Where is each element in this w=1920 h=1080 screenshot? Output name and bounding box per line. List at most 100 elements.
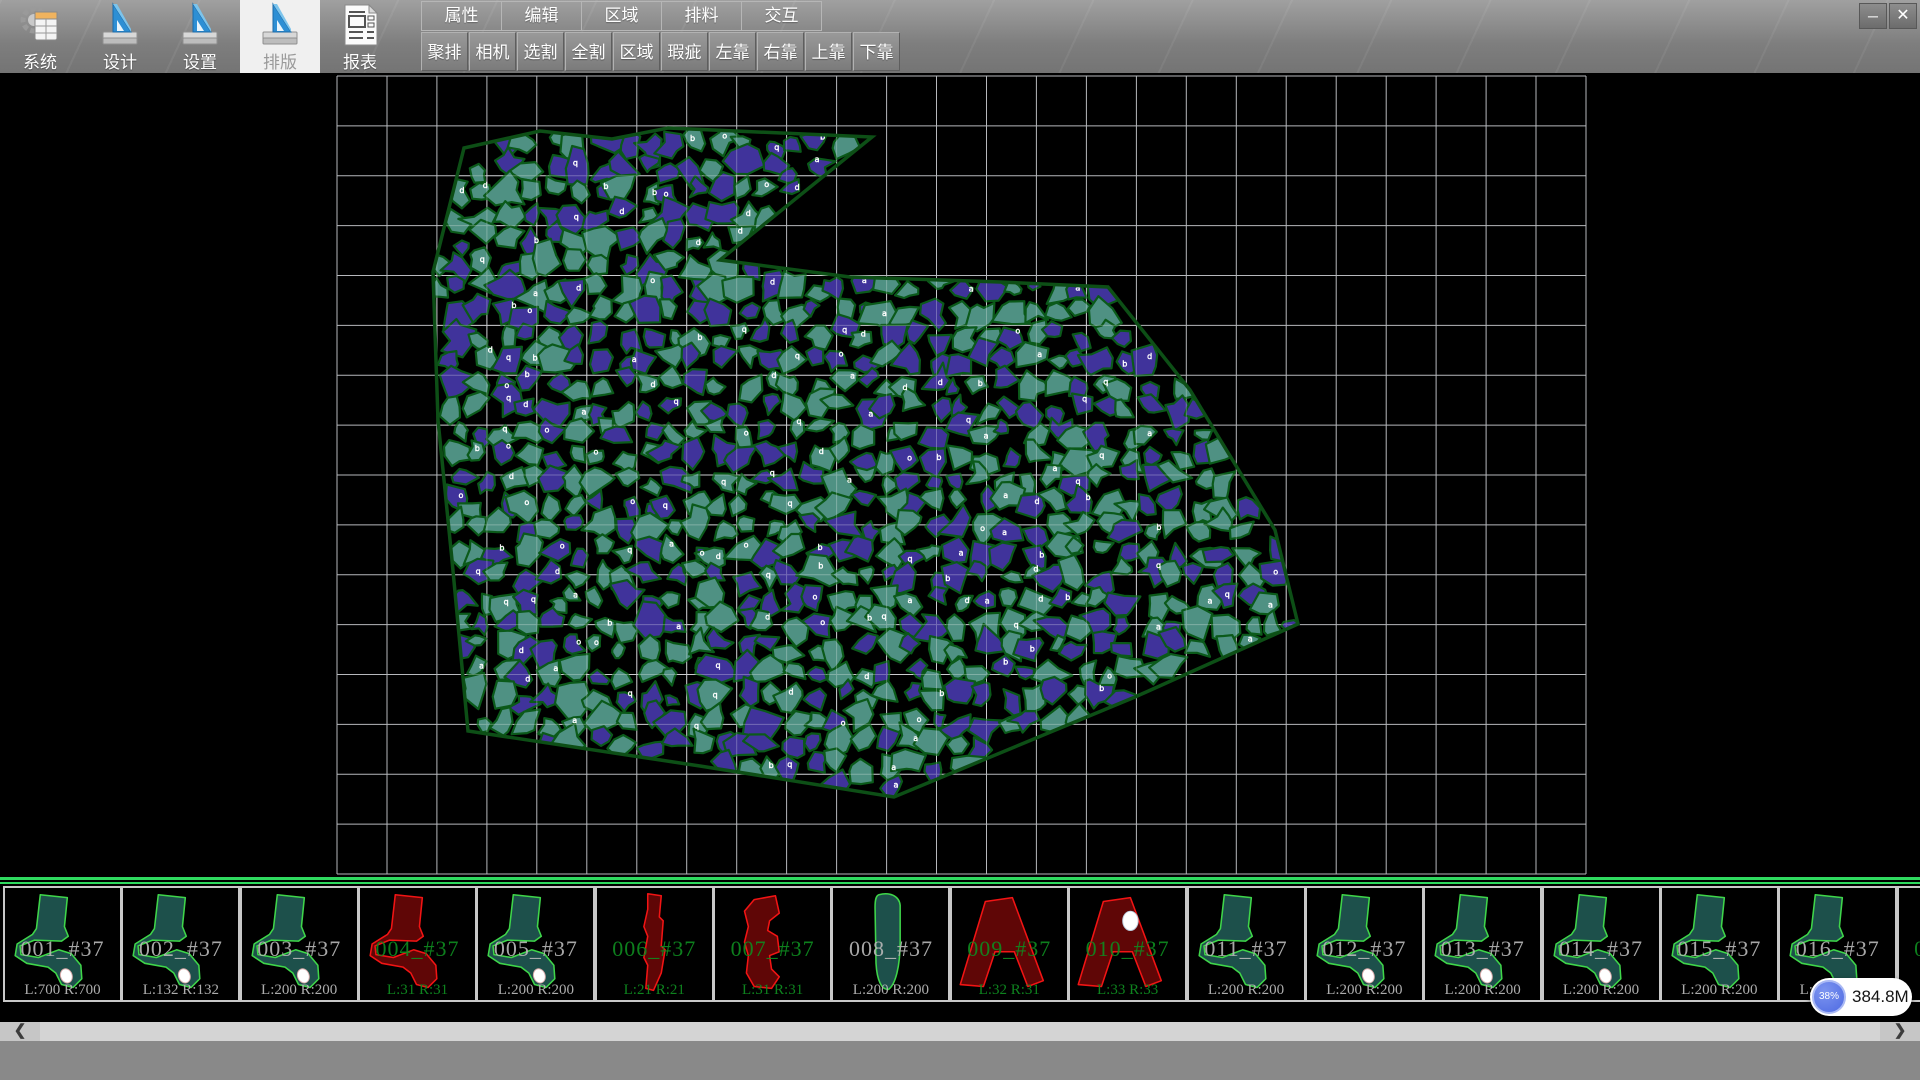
scroll-left-arrow-icon[interactable]: ❮	[0, 1022, 40, 1041]
piece-lr-label: L:33 R:33	[1070, 982, 1185, 999]
piece-id-label: 008_#37	[833, 936, 948, 962]
svg-text:q: q	[966, 416, 971, 425]
piece-thumbnail-2[interactable]: 002_#37 L:132 R:132	[121, 886, 240, 1002]
svg-text:q: q	[716, 661, 721, 670]
tool-button-6[interactable]: 瑕疵	[661, 32, 708, 71]
svg-text:q: q	[506, 353, 511, 362]
app-button-report[interactable]: 报表	[320, 0, 400, 73]
svg-text:q: q	[788, 499, 793, 508]
svg-text:d: d	[1038, 595, 1043, 604]
piece-id-label: 016_#37	[1780, 936, 1895, 962]
svg-text:d: d	[488, 346, 493, 355]
system-icon	[17, 2, 63, 48]
svg-text:o: o	[907, 454, 912, 463]
piece-thumbnail-7[interactable]: 007_#37L:31 R:31	[713, 886, 832, 1002]
strip-separator-line	[0, 877, 1920, 880]
piece-thumbnail-3[interactable]: 003_#37L:200 R:200	[240, 886, 359, 1002]
app-button-system[interactable]: 系统	[0, 0, 80, 73]
piece-lr-label: L:200 R:200	[1307, 982, 1422, 999]
svg-text:q: q	[742, 325, 747, 334]
svg-text:a: a	[572, 716, 577, 725]
svg-text:a: a	[959, 549, 964, 558]
tool-button-2[interactable]: 相机	[469, 32, 516, 71]
svg-text:q: q	[694, 722, 699, 731]
piece-thumbnail-6[interactable]: 006_#37L:21 R:21	[595, 886, 714, 1002]
svg-text:q: q	[573, 158, 578, 167]
status-bar	[0, 1041, 1920, 1080]
svg-text:q: q	[770, 468, 775, 477]
menu-tab-2[interactable]: 编辑	[502, 2, 582, 30]
svg-text:a: a	[479, 662, 484, 671]
tool-button-5[interactable]: 区域	[613, 32, 660, 71]
piece-thumbnail-11[interactable]: 011_#37L:200 R:200	[1187, 886, 1306, 1002]
menu-tab-4[interactable]: 排料	[662, 2, 742, 30]
svg-text:a: a	[1268, 601, 1273, 610]
svg-text:d: d	[795, 183, 800, 192]
piece-thumbnail-10[interactable]: 010_#37L:33 R:33	[1068, 886, 1187, 1002]
svg-text:q: q	[721, 478, 726, 487]
svg-text:q: q	[787, 760, 792, 769]
svg-text:d: d	[938, 378, 943, 387]
piece-thumbnail-4[interactable]: 004_#37L:31 R:31	[358, 886, 477, 1002]
menu-tab-5[interactable]: 交互	[742, 2, 821, 30]
svg-text:b: b	[1039, 551, 1044, 560]
svg-text:q: q	[574, 212, 579, 221]
menu-tab-1[interactable]: 属性	[422, 2, 502, 30]
piece-lr-label: L:132 R:132	[123, 982, 238, 999]
piece-thumbnail-13[interactable]: 013_#37L:200 R:200	[1423, 886, 1542, 1002]
svg-text:d: d	[738, 227, 743, 236]
close-button[interactable]: ✕	[1889, 3, 1917, 29]
scroll-right-arrow-icon[interactable]: ❯	[1880, 1022, 1920, 1041]
app-button-layout[interactable]: 排版	[240, 0, 320, 73]
tool-button-10[interactable]: 下靠	[853, 32, 900, 71]
svg-text:d: d	[523, 400, 528, 409]
menu-tab-3[interactable]: 区域	[582, 2, 662, 30]
minimize-button[interactable]: ─	[1859, 3, 1887, 29]
piece-thumbnail-5[interactable]: 005_#37L:200 R:200	[476, 886, 595, 1002]
svg-text:d: d	[819, 447, 824, 456]
tool-button-4[interactable]: 全割	[565, 32, 612, 71]
tool-button-row: 聚排相机选割全割区域瑕疵左靠右靠上靠下靠	[421, 32, 901, 71]
svg-text:o: o	[630, 497, 635, 506]
piece-thumbnail-14[interactable]: 014_#37L:200 R:200	[1542, 886, 1661, 1002]
svg-text:o: o	[1015, 327, 1020, 336]
nesting-canvas[interactable]: boqbqaddbboodqddbddqadodaaaboabqqdodqbaq…	[0, 73, 1920, 877]
svg-text:q: q	[627, 546, 632, 555]
svg-text:d: d	[789, 688, 794, 697]
svg-text:d: d	[1035, 497, 1040, 506]
memory-badge[interactable]: 38% 384.8M	[1810, 978, 1912, 1016]
tool-button-9[interactable]: 上靠	[805, 32, 852, 71]
svg-text:b: b	[818, 562, 823, 571]
svg-text:o: o	[524, 498, 529, 507]
svg-text:a: a	[891, 763, 896, 772]
svg-text:a: a	[1003, 491, 1008, 500]
svg-text:d: d	[696, 238, 701, 247]
piece-thumbnail-8[interactable]: 008_#37 L:200 R:200	[831, 886, 950, 1002]
piece-lr-label: L:200 R:200	[833, 982, 948, 999]
svg-text:b: b	[1030, 645, 1035, 654]
app-button-design[interactable]: 设计	[80, 0, 160, 73]
svg-text:q: q	[502, 424, 507, 433]
svg-text:o: o	[841, 719, 846, 728]
app-button-settings[interactable]: 设置	[160, 0, 240, 73]
piece-id-label: 012_#37	[1307, 936, 1422, 962]
svg-text:b: b	[769, 761, 774, 770]
svg-text:o: o	[594, 638, 599, 647]
svg-text:b: b	[525, 370, 530, 379]
piece-thumbnail-15[interactable]: 015_#37L:200 R:200	[1660, 886, 1779, 1002]
tool-button-8[interactable]: 右靠	[757, 32, 804, 71]
svg-text:o: o	[764, 180, 769, 189]
piece-thumbnail-9[interactable]: 009_#37L:32 R:31	[950, 886, 1069, 1002]
svg-text:d: d	[861, 329, 866, 338]
svg-text:b: b	[1122, 360, 1127, 369]
piece-thumbnail-12[interactable]: 012_#37 L:200 R:200	[1305, 886, 1424, 1002]
tool-button-3[interactable]: 选割	[517, 32, 564, 71]
horizontal-scrollbar[interactable]: ❮ ❯	[0, 1022, 1920, 1041]
piece-id-label: 002_#37	[123, 936, 238, 962]
tool-button-7[interactable]: 左靠	[709, 32, 756, 71]
svg-text:q: q	[1156, 561, 1161, 570]
tool-button-1[interactable]: 聚排	[421, 32, 468, 71]
svg-text:o: o	[576, 638, 581, 647]
piece-thumbnail-1[interactable]: 001_#37L:700 R:700	[3, 886, 122, 1002]
menu-tab-bar: 属性编辑区域排料交互	[421, 1, 822, 31]
